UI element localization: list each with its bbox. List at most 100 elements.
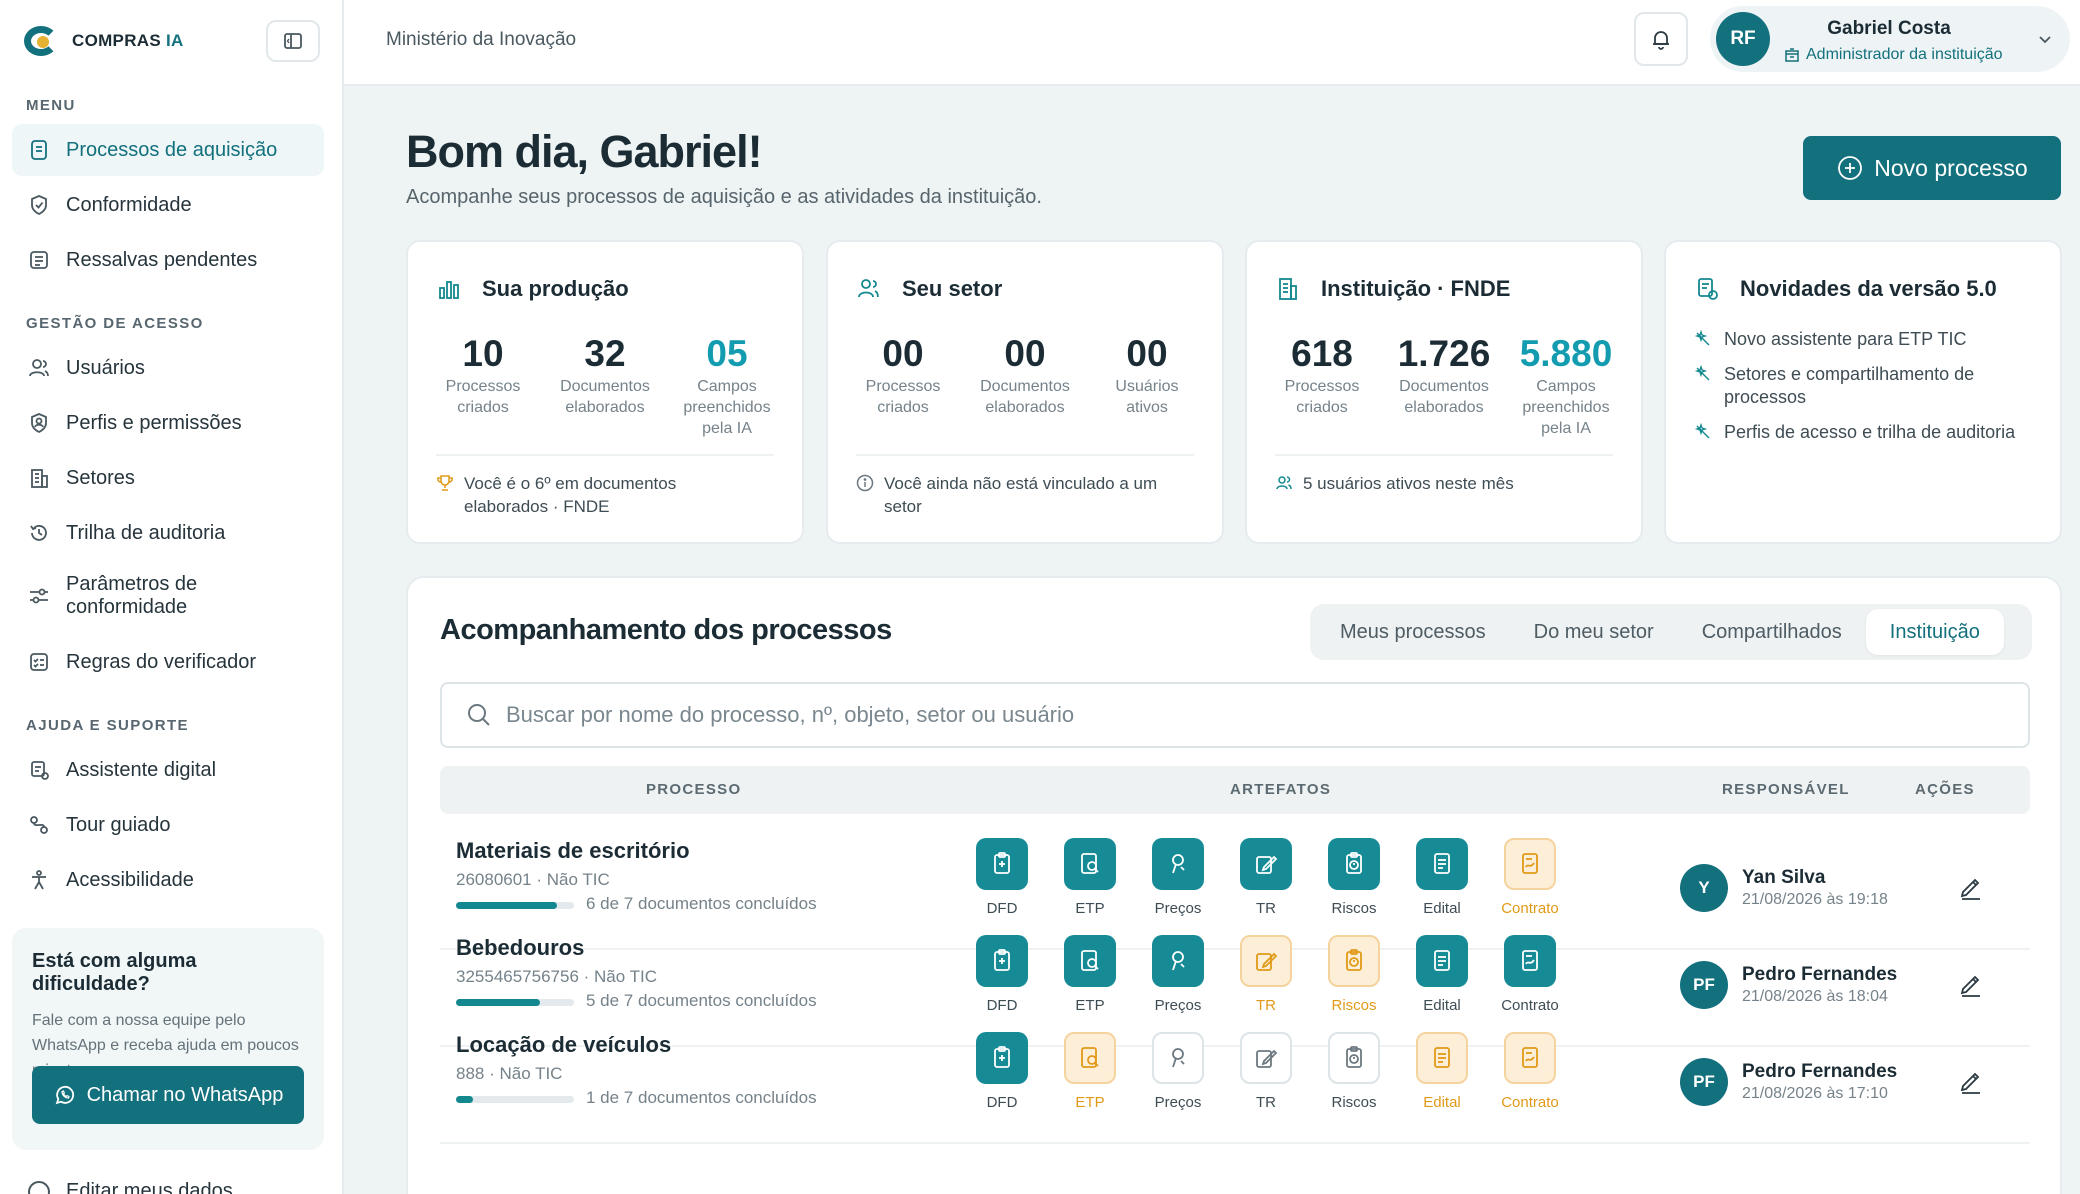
etp-icon (1081, 853, 1099, 874)
stat-label: elaborados (985, 399, 1065, 416)
artifact-precos[interactable]: Preços (1134, 1032, 1222, 1111)
sidebar-item-trilha[interactable]: Trilha de auditoria (12, 507, 324, 559)
artifact-box (1328, 1032, 1380, 1084)
app-logo[interactable]: COMPRAS IA (24, 24, 184, 58)
new-process-button[interactable]: Novo processo (1803, 136, 2061, 200)
artifact-box (1328, 935, 1380, 987)
sidebar-item-conformidade[interactable]: Conformidade (12, 179, 324, 231)
sidebar-item-ressalvas[interactable]: Ressalvas pendentes (12, 234, 324, 286)
artifact-label: TR (1256, 997, 1276, 1014)
artifact-label: Edital (1423, 1094, 1461, 1111)
artifact-contrato[interactable]: Contrato (1486, 935, 1574, 1014)
stat-value: 32 (584, 333, 626, 374)
novidade-text: Setores e compartilhamento de (1724, 364, 1975, 384)
notifications-button[interactable] (1634, 12, 1688, 66)
pencil-icon (1960, 878, 1980, 900)
sidebar-item-perfis[interactable]: Perfis e permissões (12, 397, 324, 449)
novidade-item: Setores e compartilhamento de processos (1694, 363, 2040, 409)
artifact-riscos[interactable]: Riscos (1310, 935, 1398, 1014)
artifact-box (1152, 935, 1204, 987)
edit-button[interactable] (1954, 870, 1988, 904)
artifact-contrato[interactable]: Contrato (1486, 838, 1574, 917)
artifact-etp[interactable]: ETP (1046, 935, 1134, 1014)
artifact-tr[interactable]: TR (1222, 1032, 1310, 1111)
novidade-item: Novo assistente para ETP TIC (1694, 328, 2040, 351)
whatsapp-button[interactable]: Chamar no WhatsApp (32, 1066, 304, 1124)
artifact-box (1240, 838, 1292, 890)
logo-icon (24, 24, 62, 58)
artifact-tr[interactable]: TR (1222, 935, 1310, 1014)
novidade-text: Perfis de acesso e trilha de auditoria (1724, 422, 2016, 442)
sidebar-item-label: Tour guiado (66, 813, 171, 836)
edit-button[interactable] (1954, 1064, 1988, 1098)
artifact-precos[interactable]: Preços (1134, 935, 1222, 1014)
responsible-date: 21/08/2026 às 17:10 (1742, 1085, 1888, 1102)
artifact-dfd[interactable]: DFD (958, 838, 1046, 917)
processes-panel: Acompanhamento dos processos Meus proces… (406, 576, 2062, 1194)
artifact-riscos[interactable]: Riscos (1310, 1032, 1398, 1111)
artifact-dfd[interactable]: DFD (958, 1032, 1046, 1111)
list-icon (28, 249, 50, 271)
sidebar-toggle-icon (284, 33, 302, 49)
artifact-label: Preços (1154, 997, 1202, 1014)
dfd-icon (994, 1046, 1010, 1068)
novidades-list: Novo assistente para ETP TIC Setores e c… (1694, 328, 2040, 456)
sidebar-item-usuarios[interactable]: Usuários (12, 342, 324, 394)
sidebar-item-tour[interactable]: Tour guiado (12, 799, 324, 851)
sidebar-item-label: Regras do verificador (66, 650, 257, 673)
sidebar-item-setores[interactable]: Setores (12, 452, 324, 504)
artifact-dfd[interactable]: DFD (958, 935, 1046, 1014)
stat-label: Processos (445, 378, 521, 395)
user-circle-icon (28, 1180, 50, 1194)
artifact-etp[interactable]: ETP (1046, 838, 1134, 917)
column-header-processo: PROCESSO (646, 781, 742, 798)
sidebar-item-parametros[interactable]: Parâmetros de conformidade (12, 570, 324, 622)
column-header-artefatos: ARTEFATOS (1230, 781, 1332, 798)
artifact-edital[interactable]: Edital (1398, 838, 1486, 917)
search-icon (468, 704, 490, 726)
tab-compartilhados[interactable]: Compartilhados (1678, 609, 1866, 655)
sidebar-item-editar-dados[interactable]: Editar meus dados (28, 1180, 233, 1194)
etp-icon (1081, 1047, 1099, 1068)
artifact-tr[interactable]: TR (1222, 838, 1310, 917)
building-icon (1785, 48, 1799, 62)
sidebar-item-processos[interactable]: Processos de aquisição (12, 124, 324, 176)
artifact-label: Riscos (1331, 900, 1377, 917)
artifact-etp[interactable]: ETP (1046, 1032, 1134, 1111)
whatsapp-button-label: Chamar no WhatsApp (86, 1083, 284, 1106)
user-role: Administrador da instituição (1806, 46, 2003, 63)
card-footer-text: Você é o 6º em documentos (464, 474, 677, 493)
tab-do-meu-setor[interactable]: Do meu setor (1510, 609, 1678, 655)
process-name[interactable]: Materiais de escritório (456, 838, 690, 864)
artifact-riscos[interactable]: Riscos (1310, 838, 1398, 917)
artifact-precos[interactable]: Preços (1134, 838, 1222, 917)
edit-button[interactable] (1954, 967, 1988, 1001)
sidebar-item-assistente[interactable]: Assistente digital (12, 744, 324, 796)
collapse-sidebar-button[interactable] (266, 20, 320, 62)
dfd-icon (994, 852, 1010, 874)
search-input[interactable] (506, 702, 1906, 728)
tab-instituicao[interactable]: Instituição (1865, 609, 2004, 655)
table-row[interactable]: Locação de veículos 888 · Não TIC 1 de 7… (440, 1016, 2030, 1144)
contrato-icon (1522, 1047, 1538, 1068)
stat-label: Documentos (1399, 378, 1489, 395)
stat-label: Processos (865, 378, 941, 395)
tab-meus-processos[interactable]: Meus processos (1316, 609, 1510, 655)
process-name[interactable]: Locação de veículos (456, 1032, 671, 1058)
sidebar-item-acessibilidade[interactable]: Acessibilidade (12, 854, 324, 906)
stat-value: 00 (1126, 333, 1168, 374)
novidade-text: Novo assistente para ETP TIC (1724, 329, 1967, 349)
divider (436, 454, 774, 456)
sidebar-item-label: Acessibilidade (66, 868, 194, 891)
artifact-edital[interactable]: Edital (1398, 935, 1486, 1014)
process-name[interactable]: Bebedouros (456, 935, 584, 961)
artifact-box (1504, 935, 1556, 987)
process-tabs: Meus processos Do meu setor Compartilhad… (1310, 604, 2032, 660)
sidebar-item-regras[interactable]: Regras do verificador (12, 636, 324, 688)
user-menu[interactable]: RF Gabriel Costa Administrador da instit… (1710, 6, 2070, 72)
artifact-contrato[interactable]: Contrato (1486, 1032, 1574, 1111)
artifact-edital[interactable]: Edital (1398, 1032, 1486, 1111)
stat-label: Documentos (980, 378, 1070, 395)
artifact-label: Riscos (1331, 1094, 1377, 1111)
artifact-box (1416, 838, 1468, 890)
